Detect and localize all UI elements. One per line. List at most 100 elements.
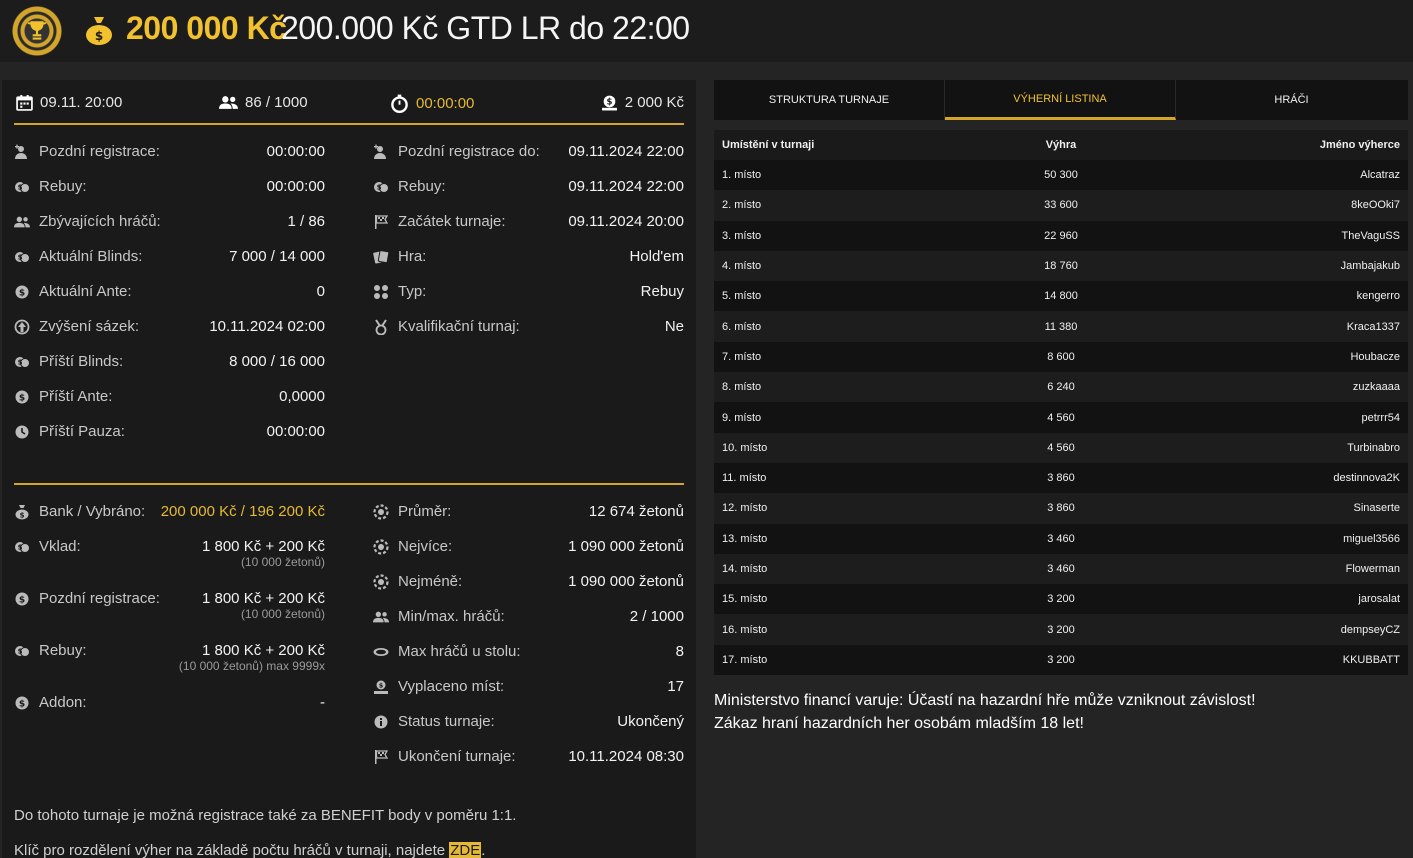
- info-left-value: 10.11.2024 02:00: [209, 318, 325, 335]
- winner-cell: Kraca1337: [1346, 320, 1400, 333]
- finance-right-label: Průměr:: [398, 503, 452, 520]
- info-left-value-text: 00:00:00: [266, 423, 325, 440]
- table-row: 1. místo 50 300 Alcatraz: [714, 160, 1408, 191]
- prize-cell: 4 560: [1047, 411, 1075, 424]
- winner-cell: TheVaguSS: [1341, 229, 1400, 242]
- prize-cell: 3 200: [1047, 653, 1075, 666]
- finance-right-row: Status turnaje: Ukončený: [373, 713, 684, 748]
- finance-left-label: Vklad:: [39, 538, 81, 555]
- gambling-warning: Ministerstvo financí varuje: Účastí na h…: [714, 689, 1408, 735]
- summary-timer: 00:00:00: [390, 94, 474, 113]
- info-left-value-text: 10.11.2024 02:00: [209, 318, 325, 335]
- finance-left-row: $ Addon: -: [14, 694, 325, 729]
- finance-right-row: Min/max. hráčů: 2 / 1000: [373, 608, 684, 643]
- finance-right-label: Max hráčů u stolu:: [398, 643, 521, 660]
- header-winner: Jméno výherce: [1319, 139, 1400, 151]
- finance-right-value-text: 1 090 000 žetonů: [568, 538, 684, 555]
- info-left-value: 7 000 / 14 000: [229, 248, 325, 265]
- svg-text:$: $: [19, 394, 25, 404]
- info-column-left: Pozdní registrace: 00:00:00 $ Rebuy: 00:00:0…: [14, 143, 325, 458]
- info-left-label: Příští Pauza:: [39, 423, 125, 440]
- summary-bar: 09.11. 20:00 86 / 1000 00:00:00 $ 2 000 …: [14, 90, 684, 116]
- info-right-label: Typ:: [398, 283, 427, 300]
- payout-key-link[interactable]: ZDE: [449, 842, 482, 858]
- info-right-label: Rebuy:: [398, 178, 446, 195]
- tab-structure[interactable]: STRUKTURA TURNAJE: [714, 80, 945, 120]
- flag-icon: [373, 214, 389, 230]
- table-row: 8. místo 6 240 zuzkaaaa: [714, 372, 1408, 403]
- svg-text:$: $: [18, 544, 23, 552]
- info-left-value-text: 7 000 / 14 000: [229, 248, 325, 265]
- info-right-value-text: Hold'em: [629, 248, 684, 265]
- prize-cell: 14 800: [1044, 290, 1078, 303]
- winner-cell: kengerro: [1356, 290, 1400, 303]
- summary-players-text: 86 / 1000: [245, 94, 308, 111]
- svg-text:$: $: [19, 289, 25, 299]
- finance-right-value: 10.11.2024 08:30: [568, 748, 684, 765]
- finance-right-value: 1 090 000 žetonů: [568, 538, 684, 555]
- info-left-value-text: 00:00:00: [266, 178, 325, 195]
- tab-payouts[interactable]: VÝHERNÍ LISTINA: [945, 80, 1176, 120]
- place-cell: 5. místo: [722, 290, 762, 303]
- payout-key-note: Klíč pro rozdělení výher na základě počt…: [14, 842, 485, 858]
- cards-icon: [373, 249, 390, 265]
- prize-cell: 18 760: [1044, 260, 1078, 273]
- place-cell: 17. místo: [722, 653, 768, 666]
- finance-left-subvalue: (10 000 žetonů): [240, 555, 325, 569]
- chip-icon: [373, 539, 389, 555]
- winner-cell: 8keOOki7: [1351, 199, 1400, 212]
- finance-right-value-text: Ukončený: [617, 713, 684, 730]
- summary-date: 09.11. 20:00: [16, 94, 122, 111]
- table-row: 16. místo 3 200 dempseyCZ: [714, 614, 1408, 645]
- svg-text:$: $: [19, 700, 25, 710]
- svg-text:$: $: [377, 184, 382, 192]
- info-right-row: Hra: Hold'em: [373, 248, 684, 283]
- table-row: 15. místo 3 200 jarosalat: [714, 584, 1408, 615]
- prize-cell: 3 200: [1047, 623, 1075, 636]
- finance-left-subvalue: (10 000 žetonů): [240, 607, 325, 621]
- info-left-label: Pozdní registrace:: [39, 143, 160, 160]
- finance-left-value-text: 1 800 Kč + 200 Kč: [201, 538, 325, 555]
- place-cell: 14. místo: [722, 563, 768, 575]
- coins-icon: $: [14, 249, 30, 265]
- info-right-value-text: Rebuy: [640, 283, 684, 300]
- finance-left-value: 1 800 Kč + 200 Kč (10 000 žetonů): [202, 538, 325, 569]
- finance-right-row: Nejméně: 1 090 000 žetonů: [373, 573, 684, 608]
- winner-cell: miguel3566: [1343, 532, 1400, 545]
- header-prize: Výhra: [1045, 139, 1077, 151]
- finance-right-value-text: 17: [667, 678, 684, 695]
- prize-cell: 4 560: [1047, 441, 1075, 454]
- place-cell: 2. místo: [722, 199, 762, 212]
- table-row: 3. místo 22 960 TheVaguSS: [714, 220, 1408, 251]
- calendar-icon: [16, 95, 33, 111]
- place-cell: 3. místo: [722, 229, 762, 242]
- info-right-value: Ne: [665, 318, 684, 335]
- payout-table: Umístění v turnaji Výhra Jméno výherce 1…: [714, 130, 1408, 676]
- winner-cell: Flowerman: [1345, 563, 1400, 575]
- place-cell: 6. místo: [722, 320, 762, 333]
- info-left-value: 00:00:00: [267, 178, 325, 195]
- tournament-info-panel: 09.11. 20:00 86 / 1000 00:00:00 $ 2 000 …: [2, 80, 696, 858]
- info-right-row: $ Rebuy: 09.11.2024 22:00: [373, 178, 684, 213]
- place-cell: 8. místo: [722, 381, 762, 394]
- finance-right-value-text: 1 090 000 žetonů: [568, 573, 684, 590]
- users-icon: [373, 609, 389, 625]
- prize-cell: 33 600: [1044, 199, 1078, 212]
- table-row: 9. místo 4 560 petrrr54: [714, 402, 1408, 433]
- prize-cell: 6 240: [1047, 381, 1075, 394]
- finance-left-value: -: [320, 694, 325, 711]
- place-cell: 12. místo: [722, 502, 768, 515]
- trophy-logo-icon[interactable]: [12, 6, 62, 56]
- info-right-value-text: 09.11.2024 22:00: [568, 143, 684, 160]
- svg-text:$: $: [18, 254, 23, 262]
- svg-text:$: $: [606, 98, 612, 108]
- payout-key-end: .: [481, 842, 486, 858]
- payout-icon: $: [373, 679, 389, 695]
- tab-players[interactable]: HRÁČI: [1176, 80, 1407, 120]
- info-left-label: Aktuální Blinds:: [39, 248, 143, 265]
- payout-key-text: Klíč pro rozdělení výher na základě počt…: [14, 842, 450, 858]
- info-right-value-text: 09.11.2024 20:00: [568, 213, 684, 230]
- coins-icon: $: [14, 179, 30, 195]
- info-right-row: Začátek turnaje: 09.11.2024 20:00: [373, 213, 684, 248]
- finance-right-value-text: 8: [675, 643, 684, 660]
